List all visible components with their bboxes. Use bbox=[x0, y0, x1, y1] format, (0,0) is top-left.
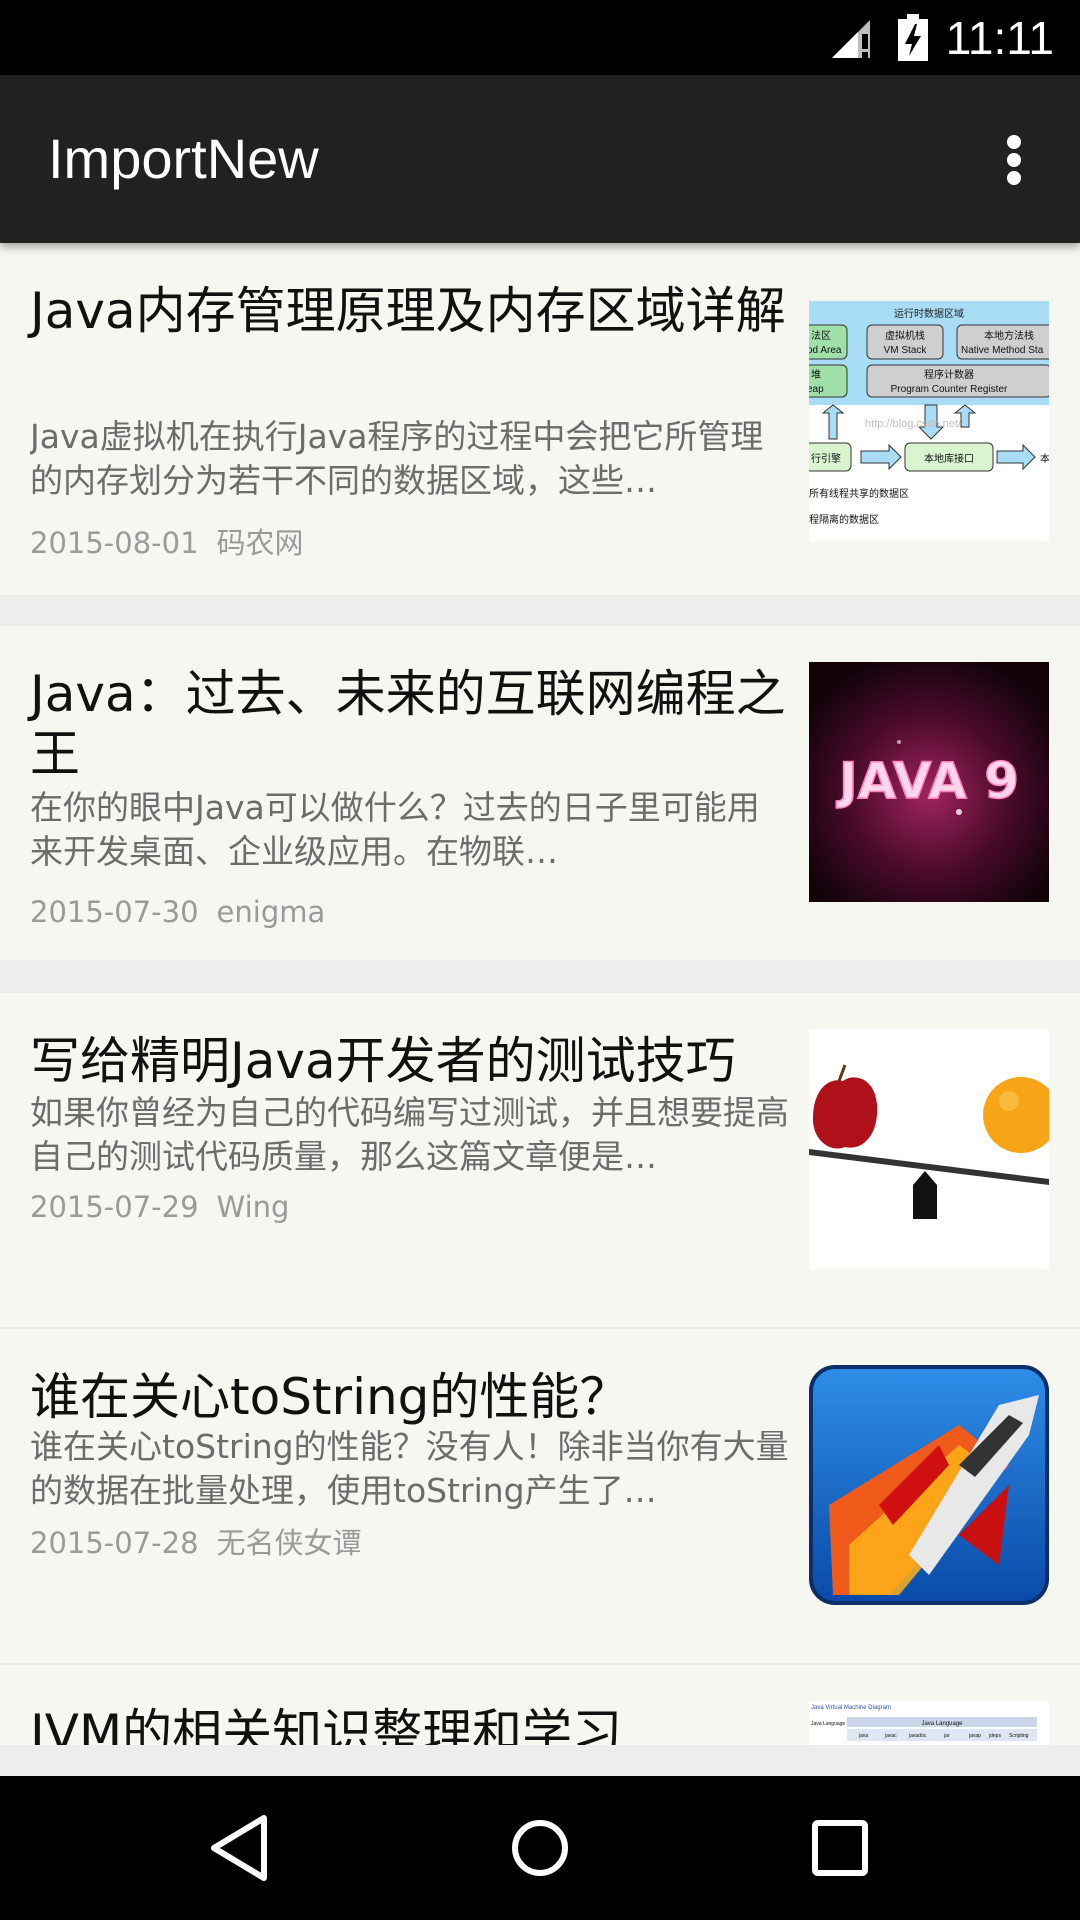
article-thumbnail: 运行时数据区域 法区 od Area 虚拟机栈 VM Stack 本地方法栈 N… bbox=[809, 301, 1049, 541]
article-summary: 在你的眼中Java可以做什么？过去的日子里可能用来开发桌面、企业级应用。在物联… bbox=[30, 788, 760, 871]
app-title: ImportNew bbox=[48, 127, 319, 190]
svg-text:Java Language: Java Language bbox=[811, 1721, 845, 1727]
article-card[interactable]: 写给精明Java开发者的测试技巧 如果你曾经为自己的代码编写过测试，并且想要提高… bbox=[0, 993, 1080, 1327]
jvm-memory-diagram: 运行时数据区域 法区 od Area 虚拟机栈 VM Stack 本地方法栈 N… bbox=[809, 301, 1049, 526]
java9-text: JAVA 9 bbox=[836, 752, 1019, 810]
article-card[interactable]: Java内存管理原理及内存区域详解 Java虚拟机在执行Java程序的过程中会把… bbox=[0, 243, 1080, 595]
svg-text:od Area: od Area bbox=[809, 345, 842, 356]
svg-text:VM Stack: VM Stack bbox=[884, 345, 928, 356]
svg-text:法区: 法区 bbox=[811, 329, 831, 342]
article-thumbnail: Java Virtual Machine Diagram Java Langua… bbox=[809, 1701, 1049, 1745]
article-author: 码农网 bbox=[216, 526, 304, 560]
svg-text:eap: eap bbox=[809, 384, 824, 395]
article-author: enigma bbox=[216, 895, 326, 929]
svg-text:Native Method Sta: Native Method Sta bbox=[961, 345, 1044, 356]
svg-text:堆: 堆 bbox=[811, 369, 821, 381]
article-title: JVM的相关知识整理和学习 bbox=[30, 1704, 623, 1745]
java9-image: JAVA 9 bbox=[809, 662, 1049, 902]
article-thumbnail bbox=[809, 1365, 1049, 1605]
article-author: 无名侠女谭 bbox=[216, 1526, 362, 1560]
svg-text:Java Virtual Machine Diagram: Java Virtual Machine Diagram bbox=[811, 1705, 891, 1711]
article-list[interactable]: Java内存管理原理及内存区域详解 Java虚拟机在执行Java程序的过程中会把… bbox=[0, 243, 1080, 1745]
article-thumbnail bbox=[809, 1029, 1049, 1269]
clock: 11:11 bbox=[945, 12, 1054, 64]
svg-text:虚拟机栈: 虚拟机栈 bbox=[885, 329, 925, 342]
recents-icon[interactable] bbox=[804, 1812, 876, 1884]
article-card[interactable]: Java：过去、未来的互联网编程之王 在你的眼中Java可以做什么？过去的日子里… bbox=[0, 626, 1080, 960]
overflow-menu-icon[interactable] bbox=[990, 127, 1038, 191]
article-meta: 2015-08-01 码农网 bbox=[30, 525, 304, 561]
svg-text:javap: javap bbox=[968, 1733, 981, 1739]
app-bar: ImportNew bbox=[0, 75, 1080, 243]
svg-text:javac: javac bbox=[884, 1733, 897, 1739]
battery-icon bbox=[898, 14, 928, 61]
svg-text:本地方法栈: 本地方法栈 bbox=[984, 329, 1034, 342]
article-date: 2015-07-29 bbox=[30, 1190, 199, 1224]
article-author: Wing bbox=[216, 1190, 290, 1224]
status-bar: 11:11 bbox=[0, 0, 1080, 75]
svg-text:所有线程共享的数据区: 所有线程共享的数据区 bbox=[809, 487, 909, 500]
svg-text:javadoc: javadoc bbox=[908, 1733, 927, 1739]
home-icon[interactable] bbox=[504, 1812, 576, 1884]
diagram-header: 运行时数据区域 bbox=[894, 307, 964, 320]
svg-text:程隔离的数据区: 程隔离的数据区 bbox=[809, 513, 879, 526]
article-title: 写给精明Java开发者的测试技巧 bbox=[30, 1032, 736, 1090]
jvm-diagram-image: Java Virtual Machine Diagram Java Langua… bbox=[809, 1701, 1049, 1745]
article-meta: 2015-07-28 无名侠女谭 bbox=[30, 1525, 362, 1561]
article-thumbnail: JAVA 9 bbox=[809, 662, 1049, 902]
svg-text:http://blog.csdn.net/: http://blog.csdn.net/ bbox=[865, 418, 962, 430]
rocket-icon-image bbox=[809, 1365, 1049, 1605]
svg-text:行引擎: 行引擎 bbox=[811, 452, 841, 465]
svg-text:Scripting: Scripting bbox=[1009, 1733, 1029, 1739]
article-card[interactable]: 谁在关心toString的性能？ 谁在关心toString的性能？没有人！除非当… bbox=[0, 1329, 1080, 1663]
article-card[interactable]: JVM的相关知识整理和学习 Java Virtual Machine Diagr… bbox=[0, 1665, 1080, 1745]
system-nav-bar bbox=[0, 1776, 1080, 1920]
svg-text:本: 本 bbox=[1040, 452, 1049, 465]
apple-orange-seesaw-image bbox=[809, 1029, 1049, 1269]
signal-icon bbox=[832, 20, 870, 58]
svg-text:程序计数器: 程序计数器 bbox=[924, 368, 974, 381]
article-title: Java内存管理原理及内存区域详解 bbox=[30, 282, 786, 340]
svg-text:java: java bbox=[858, 1733, 868, 1739]
article-summary: 如果你曾经为自己的代码编写过测试，并且想要提高自己的测试代码质量，那么这篇文章便… bbox=[30, 1093, 789, 1176]
svg-text:jdeps: jdeps bbox=[988, 1733, 1001, 1739]
article-meta: 2015-07-30 enigma bbox=[30, 894, 325, 930]
back-icon[interactable] bbox=[204, 1812, 276, 1884]
article-title: Java：过去、未来的互联网编程之王 bbox=[30, 665, 786, 783]
article-meta: 2015-07-29 Wing bbox=[30, 1189, 289, 1225]
svg-text:Java Language: Java Language bbox=[921, 1721, 963, 1727]
svg-text:本地库接口: 本地库接口 bbox=[924, 452, 974, 465]
article-summary: Java虚拟机在执行Java程序的过程中会把它所管理的内存划分为若干不同的数据区… bbox=[30, 417, 764, 500]
svg-text:jar: jar bbox=[943, 1733, 950, 1739]
article-title: 谁在关心toString的性能？ bbox=[30, 1368, 630, 1426]
svg-text:Program Counter Register: Program Counter Register bbox=[891, 384, 1008, 395]
article-date: 2015-07-30 bbox=[30, 895, 199, 929]
article-summary: 谁在关心toString的性能？没有人！除非当你有大量的数据在批量处理，使用to… bbox=[30, 1427, 789, 1510]
article-date: 2015-07-28 bbox=[30, 1526, 199, 1560]
article-date: 2015-08-01 bbox=[30, 526, 199, 560]
